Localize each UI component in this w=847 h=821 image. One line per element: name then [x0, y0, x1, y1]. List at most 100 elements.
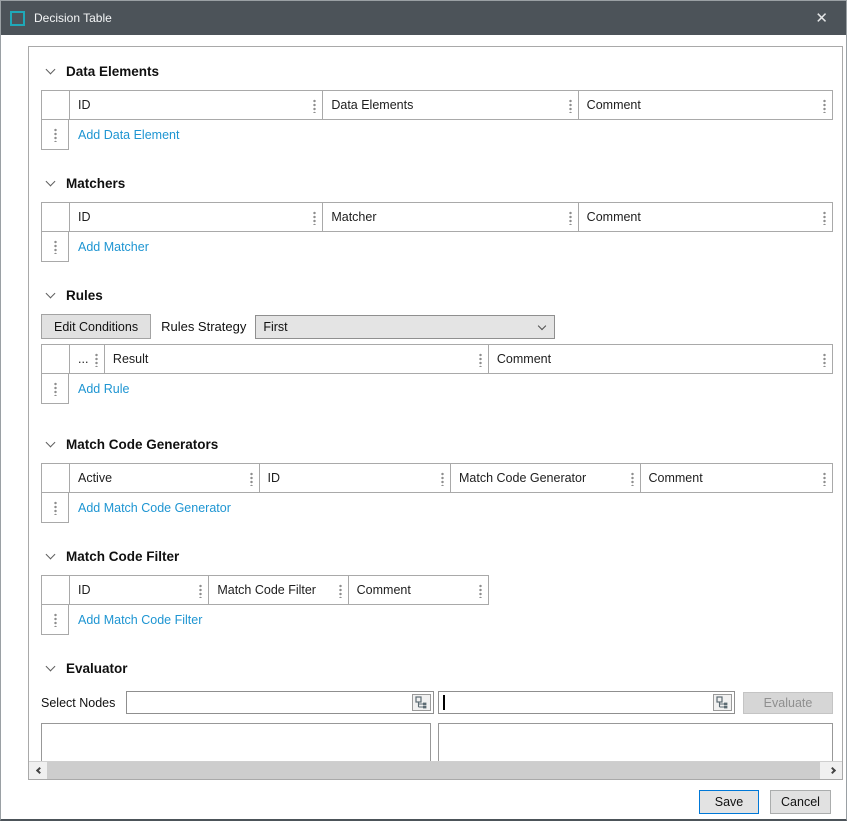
chevron-left-icon: [35, 767, 42, 774]
row-handle-header-cell: [42, 203, 70, 231]
column-grip-icon[interactable]: [95, 353, 98, 367]
scroll-right-button[interactable]: [824, 762, 842, 779]
column-header-id[interactable]: ID: [70, 203, 323, 231]
matchers-table-header: ID Matcher Comment: [41, 202, 833, 232]
node-picker-button[interactable]: [713, 694, 732, 711]
column-header-id[interactable]: ID: [70, 91, 323, 119]
rules-header[interactable]: Rules: [41, 285, 842, 305]
column-grip-icon[interactable]: [569, 211, 572, 225]
column-grip-icon[interactable]: [823, 211, 826, 225]
section-title: Matchers: [66, 176, 125, 191]
add-match-code-filter-link[interactable]: Add Match Code Filter: [69, 605, 202, 635]
column-header-comment[interactable]: Comment: [579, 203, 832, 231]
row-grip-icon[interactable]: [54, 613, 57, 627]
decision-table-dialog: { "window": { "title": "Decision Table",…: [0, 0, 847, 821]
column-grip-icon[interactable]: [479, 353, 482, 367]
column-header-result[interactable]: Result: [105, 345, 489, 373]
match-code-filter-table-header: ID Match Code Filter Comment: [41, 575, 489, 605]
evaluator-output-left[interactable]: [41, 723, 431, 761]
rules-strategy-label: Rules Strategy: [161, 319, 246, 334]
section-match-code-generators: Match Code Generators Active ID Match Co…: [41, 434, 842, 523]
column-header-id[interactable]: ID: [70, 576, 209, 604]
evaluator-controls: Select Nodes: [41, 691, 842, 714]
node-picker-button[interactable]: [412, 694, 431, 711]
column-header-id[interactable]: ID: [260, 464, 452, 492]
tree-icon: [415, 696, 428, 709]
section-rules: Rules Edit Conditions Rules Strategy Fir…: [41, 285, 842, 404]
row-handle-cell[interactable]: [41, 493, 69, 523]
column-grip-icon[interactable]: [313, 211, 316, 225]
add-matcher-link[interactable]: Add Matcher: [69, 232, 149, 262]
section-title: Match Code Filter: [66, 549, 179, 564]
column-grip-icon[interactable]: [339, 584, 342, 598]
save-button[interactable]: Save: [699, 790, 759, 814]
evaluator-header[interactable]: Evaluator: [41, 658, 842, 678]
data-elements-header[interactable]: Data Elements: [41, 61, 842, 81]
column-header-comment[interactable]: Comment: [489, 345, 832, 373]
column-header-comment[interactable]: Comment: [349, 576, 488, 604]
scroll-left-button[interactable]: [29, 762, 47, 779]
column-grip-icon[interactable]: [479, 584, 482, 598]
rules-table-header: ... Result Comment: [41, 344, 833, 374]
edit-conditions-button[interactable]: Edit Conditions: [41, 314, 151, 339]
section-matchers: Matchers ID Matcher Comment Add Matcher: [41, 173, 842, 262]
column-grip-icon[interactable]: [199, 584, 202, 598]
match-code-filter-header[interactable]: Match Code Filter: [41, 546, 842, 566]
add-match-code-filter-row: Add Match Code Filter: [41, 605, 842, 635]
column-header-comment[interactable]: Comment: [641, 464, 833, 492]
select-nodes-input-1[interactable]: [127, 692, 433, 713]
add-data-element-link[interactable]: Add Data Element: [69, 120, 179, 150]
close-icon[interactable]: ✕: [809, 7, 834, 30]
row-handle-cell[interactable]: [41, 605, 69, 635]
row-grip-icon[interactable]: [54, 128, 57, 142]
title-bar: Decision Table ✕: [1, 1, 846, 35]
column-grip-icon[interactable]: [313, 99, 316, 113]
row-grip-icon[interactable]: [54, 382, 57, 396]
scrollbar-thumb[interactable]: [47, 762, 820, 779]
evaluate-button: Evaluate: [743, 692, 833, 714]
rules-controls: Edit Conditions Rules Strategy First: [41, 314, 842, 339]
column-grip-icon[interactable]: [631, 472, 634, 486]
matchers-header[interactable]: Matchers: [41, 173, 842, 193]
add-matcher-row: Add Matcher: [41, 232, 842, 262]
row-handle-cell[interactable]: [41, 232, 69, 262]
match-code-generators-header[interactable]: Match Code Generators: [41, 434, 842, 454]
row-grip-icon[interactable]: [54, 240, 57, 254]
column-grip-icon[interactable]: [823, 353, 826, 367]
add-match-code-generator-row: Add Match Code Generator: [41, 493, 842, 523]
evaluator-output-areas: [41, 723, 842, 761]
section-data-elements: Data Elements ID Data Elements Comment A…: [41, 61, 842, 150]
column-header-matcher[interactable]: Matcher: [323, 203, 578, 231]
column-header-conditions[interactable]: ...: [70, 345, 105, 373]
select-nodes-input-2[interactable]: [439, 692, 734, 713]
window-title: Decision Table: [34, 11, 809, 25]
section-title: Evaluator: [66, 661, 128, 676]
evaluator-output-right[interactable]: [438, 723, 833, 761]
horizontal-scrollbar[interactable]: [29, 761, 842, 779]
column-header-comment[interactable]: Comment: [579, 91, 832, 119]
column-grip-icon[interactable]: [823, 472, 826, 486]
chevron-down-icon: [46, 64, 56, 74]
add-rule-link[interactable]: Add Rule: [69, 374, 129, 404]
column-grip-icon[interactable]: [441, 472, 444, 486]
row-handle-header-cell: [42, 91, 70, 119]
add-match-code-generator-link[interactable]: Add Match Code Generator: [69, 493, 231, 523]
column-grip-icon[interactable]: [823, 99, 826, 113]
column-grip-icon[interactable]: [569, 99, 572, 113]
select-nodes-label: Select Nodes: [41, 696, 126, 710]
chevron-down-icon: [46, 176, 56, 186]
column-grip-icon[interactable]: [250, 472, 253, 486]
section-title: Rules: [66, 288, 103, 303]
row-grip-icon[interactable]: [54, 501, 57, 515]
rules-strategy-select[interactable]: First: [255, 315, 555, 339]
select-nodes-input-2-wrap: [438, 691, 735, 714]
column-header-data-elements[interactable]: Data Elements: [323, 91, 578, 119]
row-handle-header-cell: [42, 345, 70, 373]
row-handle-cell[interactable]: [41, 120, 69, 150]
panel-content: Data Elements ID Data Elements Comment A…: [29, 47, 842, 761]
row-handle-cell[interactable]: [41, 374, 69, 404]
column-header-match-code-filter[interactable]: Match Code Filter: [209, 576, 348, 604]
cancel-button[interactable]: Cancel: [770, 790, 831, 814]
column-header-match-code-generator[interactable]: Match Code Generator: [451, 464, 641, 492]
column-header-active[interactable]: Active: [70, 464, 260, 492]
